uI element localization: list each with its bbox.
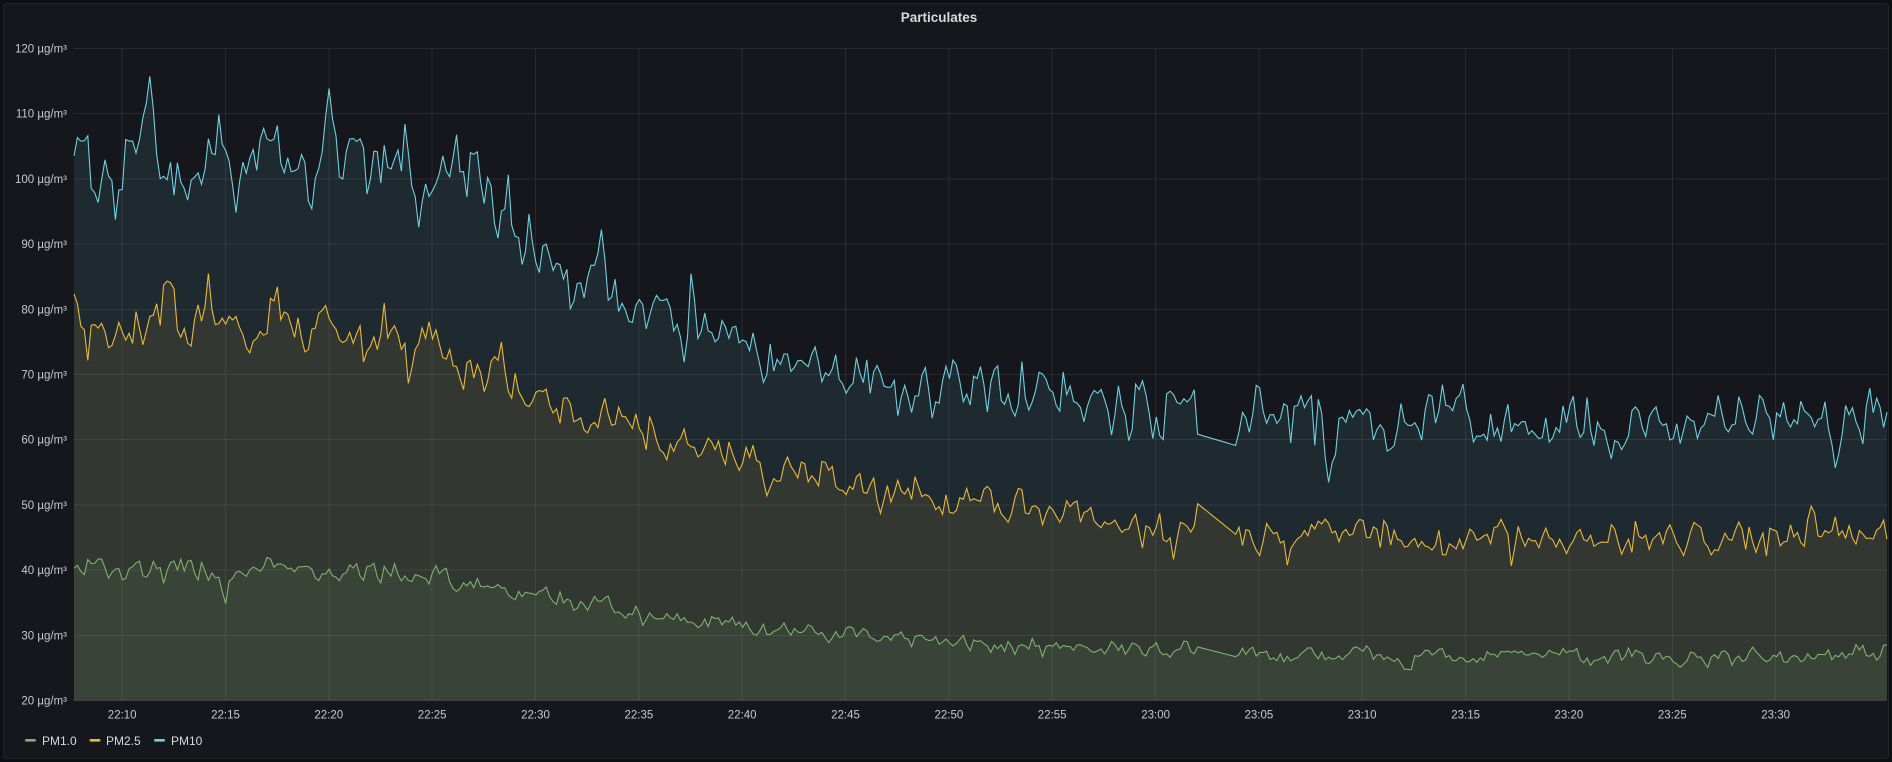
svg-text:22:40: 22:40 [728, 710, 757, 722]
svg-text:23:05: 23:05 [1245, 710, 1274, 722]
svg-text:22:50: 22:50 [935, 710, 964, 722]
svg-text:23:00: 23:00 [1141, 710, 1170, 722]
svg-text:22:45: 22:45 [831, 710, 860, 722]
svg-text:22:30: 22:30 [521, 710, 550, 722]
svg-text:23:30: 23:30 [1761, 710, 1790, 722]
svg-text:100 µg/m³: 100 µg/m³ [15, 174, 67, 186]
svg-text:22:15: 22:15 [211, 710, 240, 722]
svg-text:23:25: 23:25 [1658, 710, 1687, 722]
svg-text:80 µg/m³: 80 µg/m³ [21, 304, 67, 316]
svg-text:90 µg/m³: 90 µg/m³ [21, 239, 67, 251]
svg-text:22:10: 22:10 [108, 710, 137, 722]
svg-text:PM2.5: PM2.5 [106, 734, 141, 748]
svg-text:20 µg/m³: 20 µg/m³ [21, 696, 67, 708]
svg-text:40 µg/m³: 40 µg/m³ [21, 565, 67, 577]
svg-text:23:10: 23:10 [1348, 710, 1377, 722]
svg-text:23:15: 23:15 [1451, 710, 1480, 722]
svg-text:70 µg/m³: 70 µg/m³ [21, 370, 67, 382]
svg-text:22:25: 22:25 [418, 710, 447, 722]
svg-text:23:20: 23:20 [1555, 710, 1584, 722]
svg-text:Particulates: Particulates [901, 10, 978, 25]
svg-text:30 µg/m³: 30 µg/m³ [21, 630, 67, 642]
svg-text:50 µg/m³: 50 µg/m³ [21, 500, 67, 512]
svg-text:22:20: 22:20 [314, 710, 343, 722]
svg-text:22:35: 22:35 [625, 710, 654, 722]
svg-text:60 µg/m³: 60 µg/m³ [21, 435, 67, 447]
svg-text:120 µg/m³: 120 µg/m³ [15, 43, 67, 55]
svg-text:PM1.0: PM1.0 [42, 734, 77, 748]
svg-text:22:55: 22:55 [1038, 710, 1067, 722]
svg-text:PM10: PM10 [171, 734, 203, 748]
svg-text:110 µg/m³: 110 µg/m³ [16, 109, 67, 121]
